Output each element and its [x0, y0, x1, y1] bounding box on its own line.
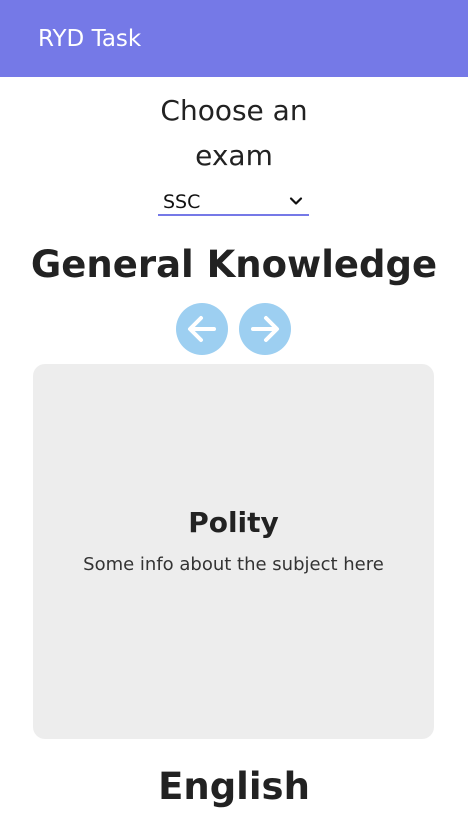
previous-button[interactable] — [176, 303, 228, 355]
subject-card-info: Some info about the subject here — [83, 554, 384, 575]
subject-card-title: Polity — [188, 506, 279, 539]
exam-prompt-line-2: exam — [195, 139, 273, 172]
exam-select[interactable]: SSC — [158, 189, 309, 216]
exam-select-value: SSC — [163, 191, 201, 213]
app-bar: RYD Task — [0, 0, 468, 77]
exam-prompt: Choose an exam — [0, 88, 468, 178]
app-title: RYD Task — [38, 26, 142, 52]
next-button[interactable] — [239, 303, 291, 355]
section-title-english: English — [158, 765, 310, 808]
exam-prompt-line-1: Choose an — [160, 94, 308, 127]
section-title-general-knowledge: General Knowledge — [30, 243, 438, 286]
arrow-right-icon — [251, 316, 279, 342]
arrow-left-icon — [188, 316, 216, 342]
chevron-down-icon — [289, 197, 303, 205]
subject-card[interactable]: Polity Some info about the subject here — [33, 364, 434, 739]
